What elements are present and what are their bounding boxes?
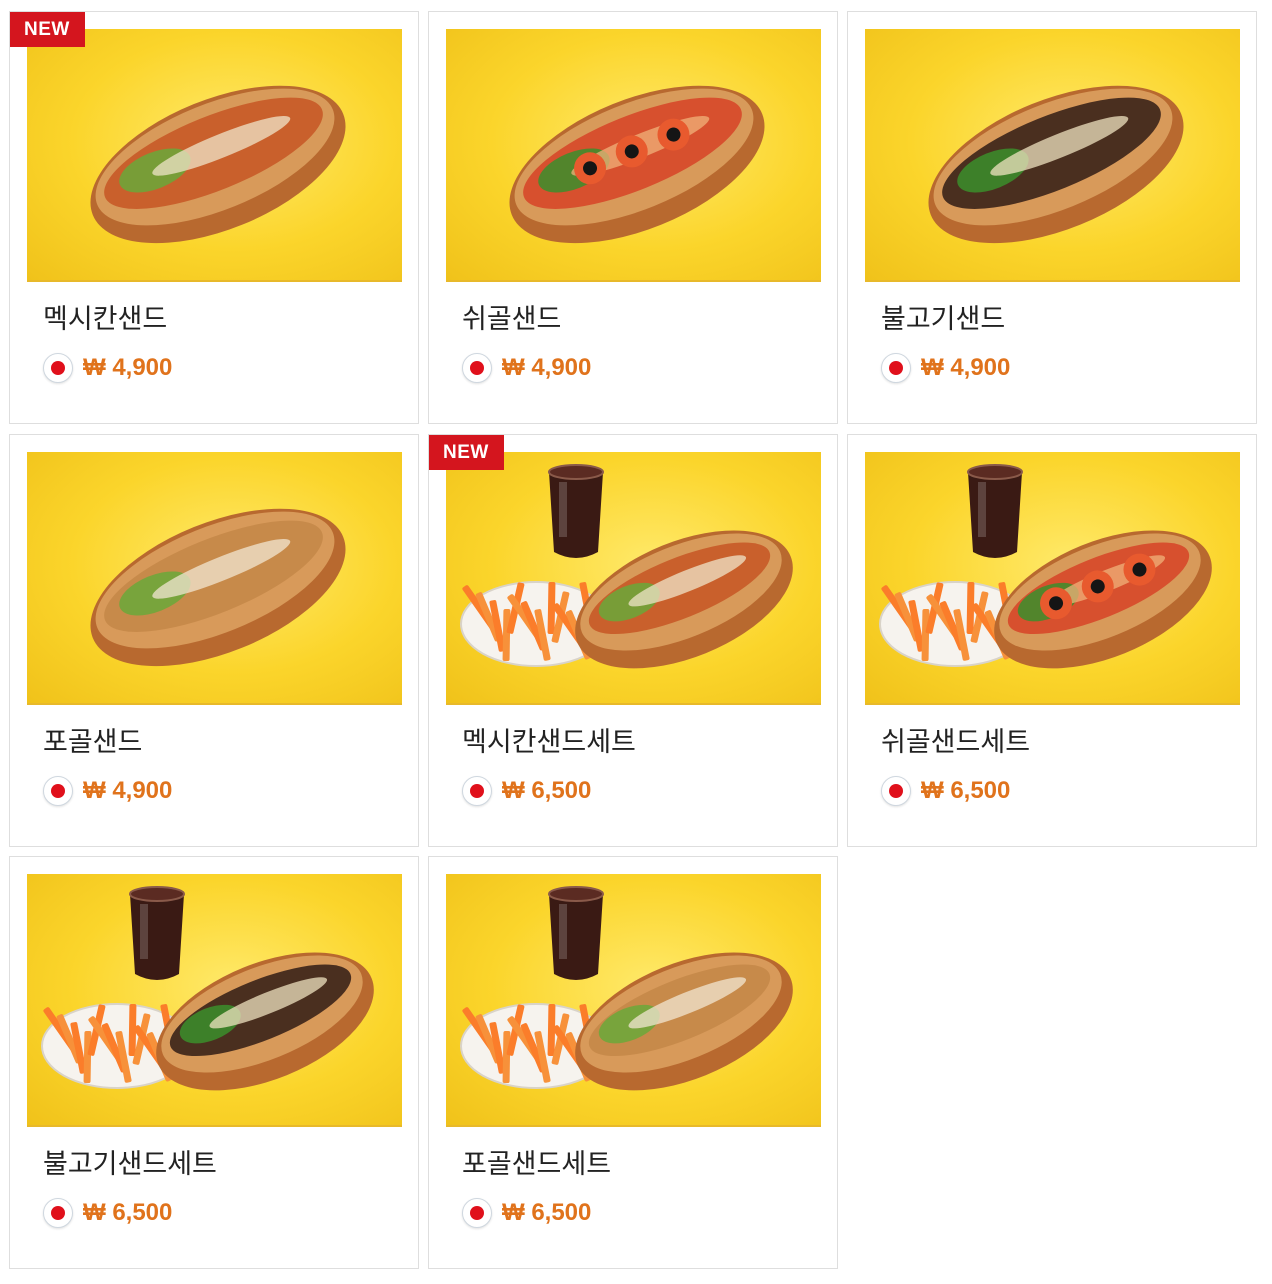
product-price: ₩ 6,500	[502, 777, 592, 804]
food-illustration	[509, 85, 765, 244]
product-price: ₩ 4,900	[921, 354, 1011, 381]
product-name: 쉬골샌드	[462, 304, 562, 335]
price-row: ₩ 6,500	[462, 1198, 591, 1228]
menu-card[interactable]: 포골샌드세트 ₩ 6,500	[428, 856, 838, 1269]
shrimp-sandwich-set-photo[interactable]	[865, 452, 1240, 705]
menu-card[interactable]: 쉬골샌드 ₩ 4,900	[428, 11, 838, 424]
price-row: ₩ 6,500	[881, 776, 1010, 806]
price-row: ₩ 6,500	[43, 1198, 172, 1228]
japan-flag-icon	[881, 353, 911, 383]
cola-cup	[129, 886, 185, 980]
menu-card[interactable]: NEW 멕시칸샌드세트 ₩ 6,500	[428, 434, 838, 847]
bulgogi-sandwich-set-photo[interactable]	[27, 874, 402, 1127]
product-price: ₩ 6,500	[921, 777, 1011, 804]
product-name: 멕시칸샌드	[43, 304, 168, 335]
cola-cup	[548, 886, 604, 980]
product-price: ₩ 4,900	[502, 354, 592, 381]
japan-flag-icon	[43, 353, 73, 383]
sandwich	[928, 85, 1184, 244]
menu-card[interactable]: 불고기샌드세트 ₩ 6,500	[9, 856, 419, 1269]
product-name: 불고기샌드	[881, 304, 1006, 335]
menu-grid: NEW 멕시칸샌드 ₩ 4,900 쉬골샌드 ₩ 4,900 불고기샌드 ₩ 4…	[0, 0, 1272, 1284]
food-illustration	[90, 85, 346, 244]
shrimp-sandwich-photo[interactable]	[446, 29, 821, 282]
price-row: ₩ 4,900	[43, 776, 172, 806]
product-price: ₩ 4,900	[83, 354, 173, 381]
food-illustration	[460, 886, 793, 1091]
price-row: ₩ 4,900	[43, 353, 172, 383]
new-badge: NEW	[429, 435, 504, 470]
mexican-sandwich-photo[interactable]	[27, 29, 402, 282]
product-price: ₩ 4,900	[83, 777, 173, 804]
bulgogi-sandwich-photo[interactable]	[865, 29, 1240, 282]
product-name: 포골샌드	[43, 727, 143, 758]
new-badge: NEW	[10, 12, 85, 47]
menu-card[interactable]: 쉬골샌드세트 ₩ 6,500	[847, 434, 1257, 847]
mexican-sandwich-set-photo[interactable]	[446, 452, 821, 705]
food-illustration	[928, 85, 1184, 244]
product-name: 쉬골샌드세트	[881, 727, 1031, 758]
food-illustration	[879, 464, 1212, 669]
japan-flag-icon	[462, 776, 492, 806]
sandwich	[90, 85, 346, 244]
product-name: 멕시칸샌드세트	[462, 727, 636, 758]
menu-card[interactable]: NEW 멕시칸샌드 ₩ 4,900	[9, 11, 419, 424]
food-illustration	[41, 886, 374, 1091]
product-name: 불고기샌드세트	[43, 1149, 217, 1180]
menu-card[interactable]: 포골샌드 ₩ 4,900	[9, 434, 419, 847]
cola-cup	[967, 464, 1023, 558]
sandwich	[90, 508, 346, 667]
pork-sandwich-set-photo[interactable]	[446, 874, 821, 1127]
price-row: ₩ 4,900	[881, 353, 1010, 383]
pork-sandwich-photo[interactable]	[27, 452, 402, 705]
price-row: ₩ 6,500	[462, 776, 591, 806]
japan-flag-icon	[43, 1198, 73, 1228]
japan-flag-icon	[43, 776, 73, 806]
menu-card[interactable]: 불고기샌드 ₩ 4,900	[847, 11, 1257, 424]
japan-flag-icon	[462, 353, 492, 383]
product-price: ₩ 6,500	[502, 1199, 592, 1226]
food-illustration	[460, 464, 793, 669]
food-illustration	[90, 508, 346, 667]
japan-flag-icon	[881, 776, 911, 806]
sandwich	[509, 85, 765, 244]
price-row: ₩ 4,900	[462, 353, 591, 383]
japan-flag-icon	[462, 1198, 492, 1228]
product-price: ₩ 6,500	[83, 1199, 173, 1226]
cola-cup	[548, 464, 604, 558]
product-name: 포골샌드세트	[462, 1149, 612, 1180]
